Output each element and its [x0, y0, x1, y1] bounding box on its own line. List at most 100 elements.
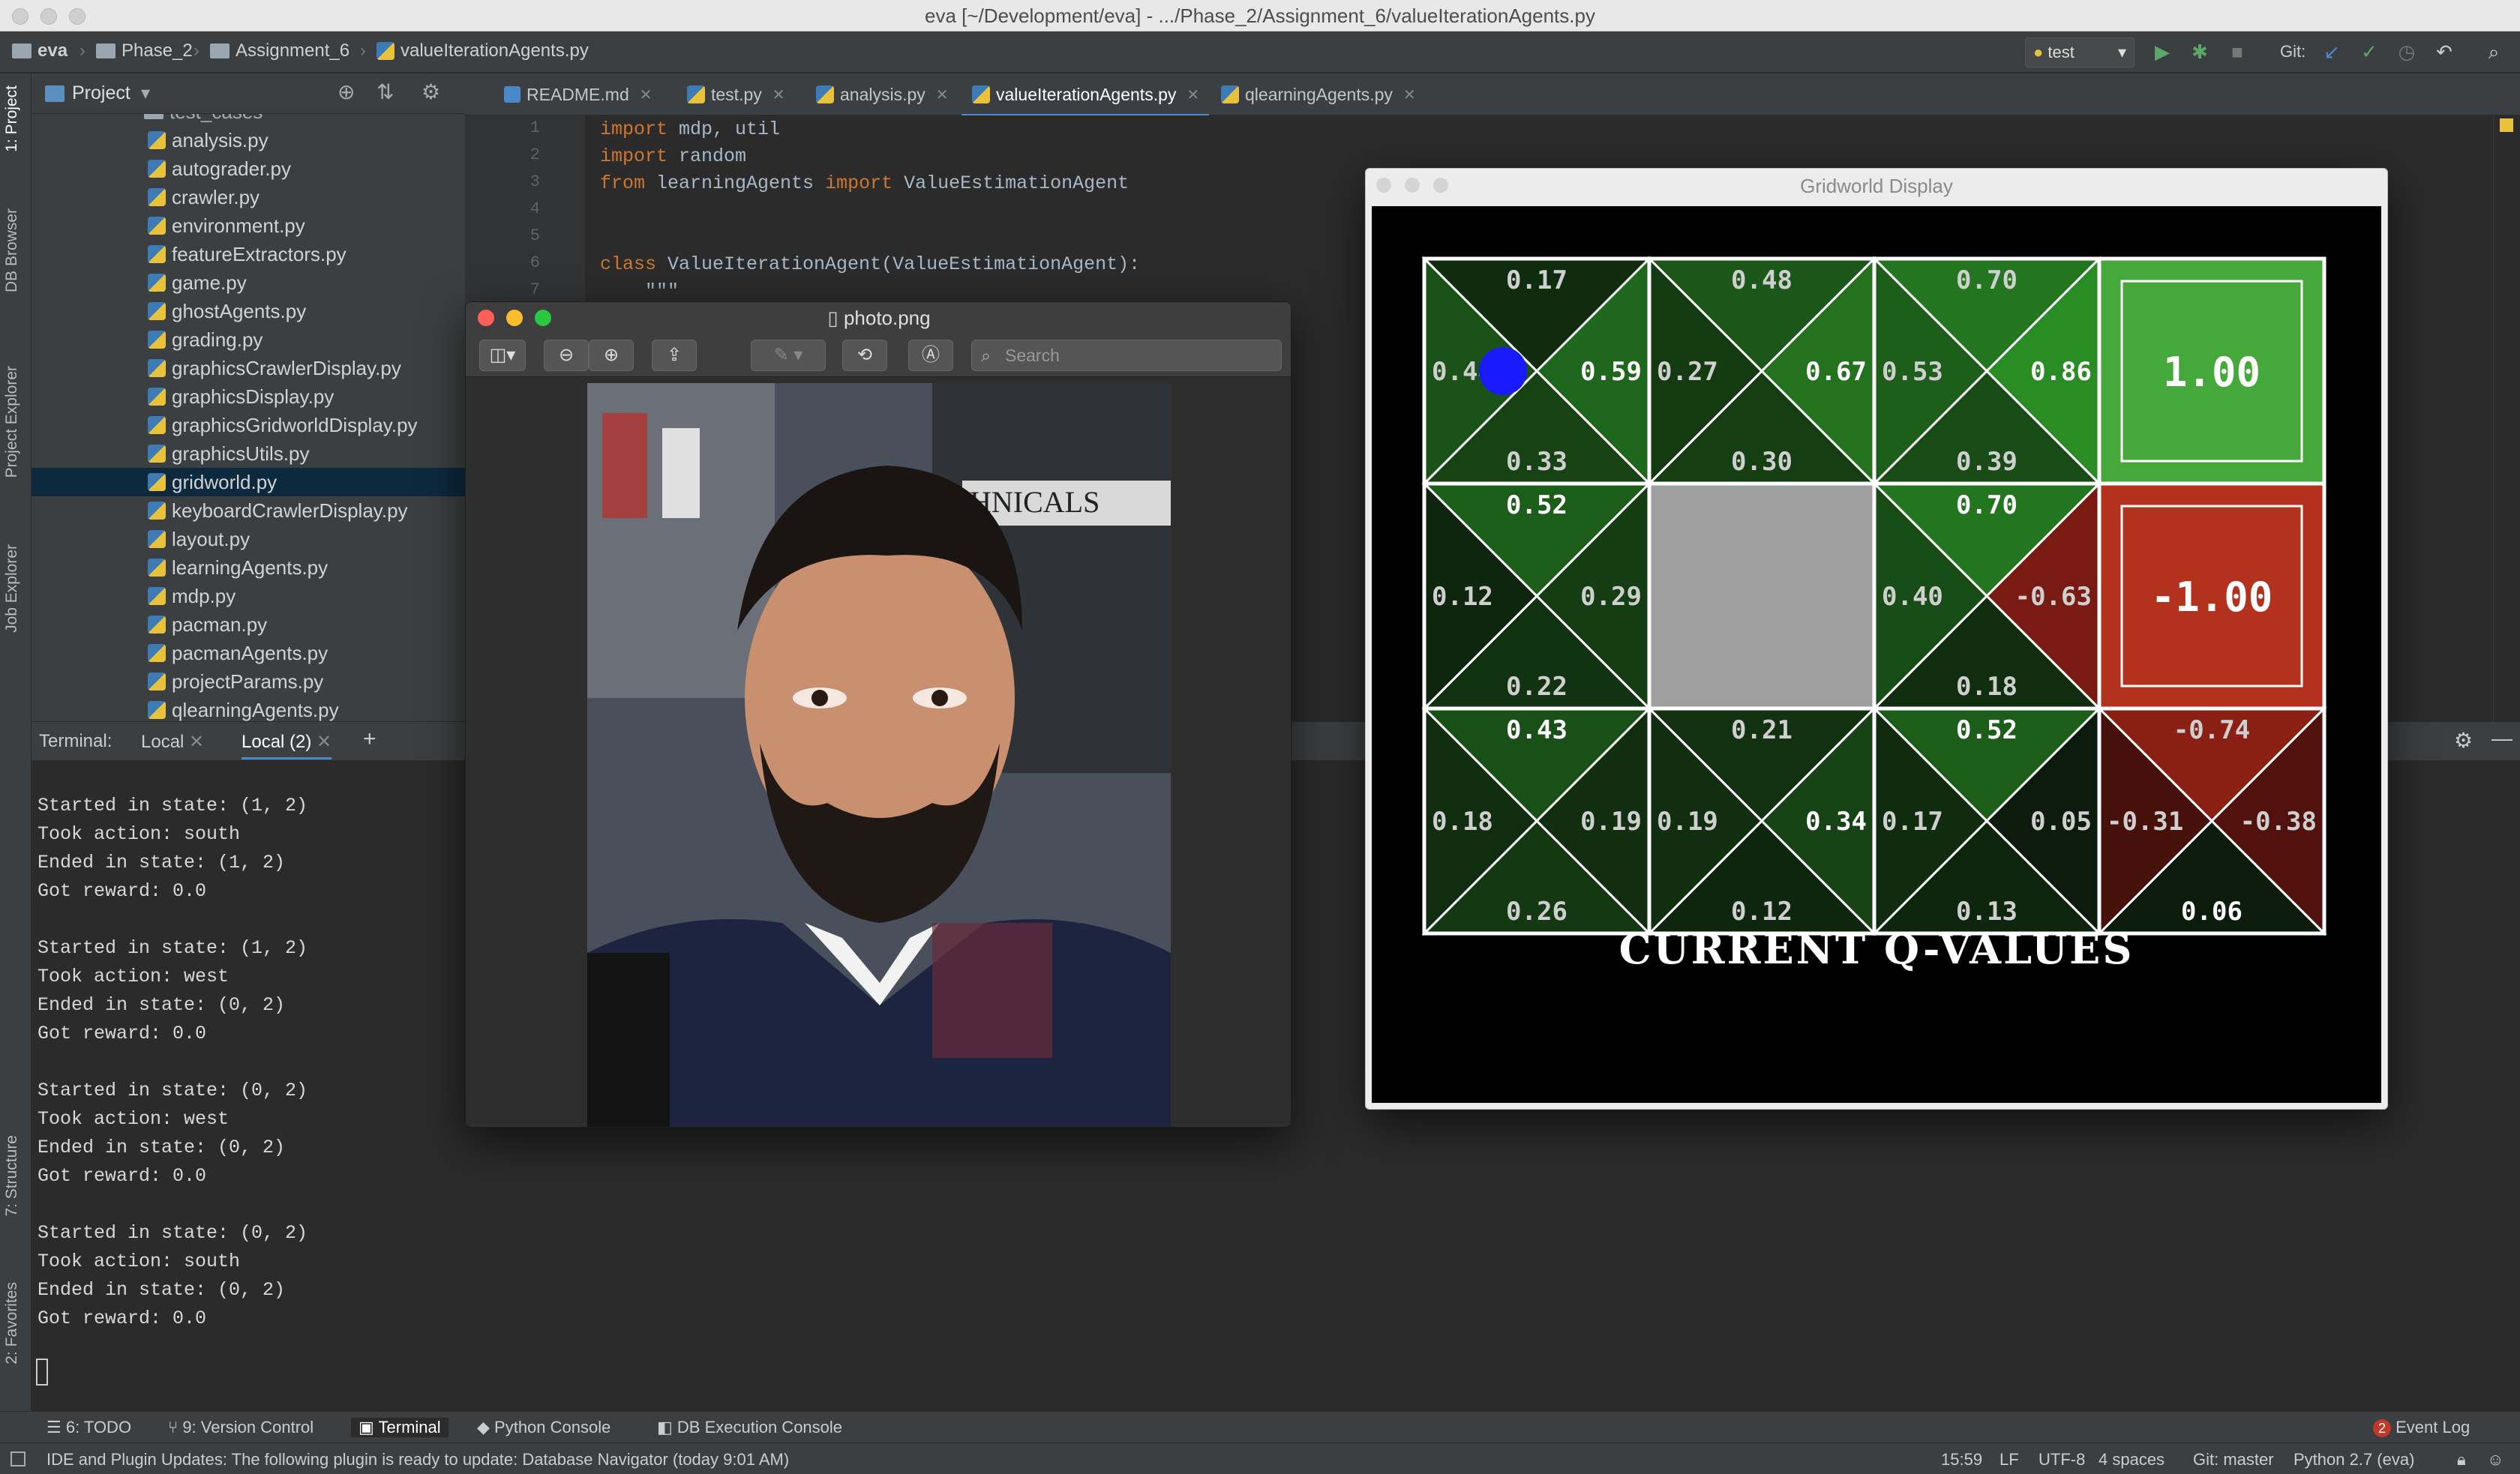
hide-icon[interactable]: —	[2492, 727, 2512, 750]
close-tab-icon[interactable]: ✕	[1403, 85, 1416, 104]
tab-readme[interactable]: README.md ✕	[504, 81, 652, 108]
code-line: class ValueIterationAgent(ValueEstimatio…	[600, 253, 1141, 275]
tree-file[interactable]: autograder.py	[148, 154, 291, 183]
annotate-button[interactable]: Ⓐ	[908, 340, 953, 371]
debug-icon[interactable]: ✱	[2188, 40, 2211, 63]
search-everywhere-icon[interactable]: ⌕	[2482, 40, 2505, 63]
tree-file[interactable]: grading.py	[148, 325, 262, 354]
terminal-line: Got reward: 0.0	[38, 880, 207, 902]
tab-analysis[interactable]: analysis.py ✕	[816, 81, 949, 108]
tree-file[interactable]: environment.py	[148, 211, 305, 240]
terminal-tab-local[interactable]: Local ✕	[141, 731, 204, 753]
tool-tab-favorites[interactable]: 2: Favorites	[3, 1282, 21, 1365]
status-message[interactable]: IDE and Plugin Updates: The following pl…	[46, 1450, 789, 1470]
close-tab-icon[interactable]: ✕	[640, 85, 652, 104]
tree-file[interactable]: graphicsGridworldDisplay.py	[148, 411, 418, 439]
close-tab-icon[interactable]: ✕	[1186, 85, 1199, 104]
warning-marker[interactable]	[2500, 118, 2513, 132]
markup-button[interactable]: ✎ ▾	[751, 340, 826, 371]
chevron-down-icon[interactable]: ▾	[141, 82, 150, 104]
tree-file[interactable]: graphicsDisplay.py	[148, 382, 334, 411]
file-encoding[interactable]: UTF-8	[2038, 1450, 2085, 1470]
lock-icon[interactable]: 🔒︎	[2457, 1450, 2466, 1470]
breadcrumb-assignment[interactable]: Assignment_6	[210, 40, 350, 61]
tree-file[interactable]: keyboardCrawlerDisplay.py	[148, 496, 408, 525]
tab-test[interactable]: test.py ✕	[687, 81, 785, 108]
new-terminal-icon[interactable]: +	[363, 727, 376, 752]
tree-file[interactable]: layout.py	[148, 525, 250, 553]
tool-tab-python-console[interactable]: ◆ Python Console	[477, 1418, 610, 1437]
tree-file[interactable]: graphicsCrawlerDisplay.py	[148, 354, 401, 382]
close-tab-icon[interactable]: ✕	[316, 732, 332, 752]
tab-qlearning[interactable]: qlearningAgents.py ✕	[1221, 81, 1416, 108]
tool-tab-project-explorer[interactable]: Project Explorer	[3, 366, 21, 478]
git-commit-icon[interactable]: ✓	[2358, 40, 2380, 63]
zoom-in-button[interactable]: ⊕	[589, 340, 634, 371]
wall-cell	[1647, 481, 1876, 711]
tree-file[interactable]: graphicsUtils.py	[148, 439, 310, 468]
gear-icon[interactable]: ⚙	[2454, 728, 2473, 753]
tree-file[interactable]: pacman.py	[148, 610, 267, 639]
event-log-button[interactable]: 2 Event Log	[2373, 1418, 2470, 1437]
locate-icon[interactable]: ⊕	[338, 79, 355, 104]
run-icon[interactable]: ▶	[2151, 40, 2174, 63]
collapse-icon[interactable]: ⇅	[376, 79, 394, 104]
tool-tab-terminal[interactable]: ▣ Terminal	[351, 1418, 448, 1437]
git-update-icon[interactable]: ↙	[2320, 40, 2343, 63]
tool-tab-structure[interactable]: 7: Structure	[3, 1135, 21, 1217]
python-file-icon	[148, 274, 166, 292]
share-button[interactable]: ⇪	[652, 340, 697, 371]
sidebar-toggle-button[interactable]: ◫▾	[479, 340, 526, 371]
rotate-button[interactable]: ⟲	[842, 340, 887, 371]
stop-icon[interactable]: ■	[2226, 40, 2248, 63]
breadcrumb-project[interactable]: eva	[12, 40, 68, 61]
gear-icon[interactable]: ⚙	[422, 79, 440, 104]
run-configuration-select[interactable]: ● test ▾	[2025, 37, 2134, 67]
terminal-line: Got reward: 0.0	[38, 1165, 207, 1187]
terminal-tab-local-2[interactable]: Local (2) ✕	[242, 731, 332, 759]
inspector-icon[interactable]: ☺︎	[2487, 1450, 2504, 1470]
python-interpreter[interactable]: Python 2.7 (eva)	[2294, 1450, 2414, 1470]
revert-icon[interactable]: ↶	[2433, 40, 2456, 63]
editor-scrollbar[interactable]	[2493, 115, 2520, 721]
tree-file[interactable]: gridworld.py	[148, 468, 277, 496]
close-tab-icon[interactable]: ✕	[936, 85, 949, 104]
tree-file[interactable]: crawler.py	[148, 183, 260, 211]
tool-tab-db-browser[interactable]: DB Browser	[3, 208, 21, 292]
tree-file[interactable]: mdp.py	[148, 582, 236, 610]
tool-tab-version-control[interactable]: ⑂ 9: Version Control	[168, 1418, 314, 1437]
project-view-select[interactable]: Project	[72, 82, 130, 104]
terminal-line: Ended in state: (0, 2)	[38, 994, 286, 1016]
tree-file[interactable]: learningAgents.py	[148, 553, 328, 582]
tool-tab-job-explorer[interactable]: Job Explorer	[3, 544, 21, 633]
grid-cell: -1.00	[2097, 481, 2326, 711]
breadcrumb-phase[interactable]: Phase_2	[96, 40, 193, 61]
tree-folder[interactable]: test_cases	[144, 114, 262, 126]
tree-file[interactable]: projectParams.py	[148, 667, 323, 696]
tree-file[interactable]: game.py	[148, 268, 247, 297]
git-branch[interactable]: Git: master	[2193, 1450, 2274, 1470]
python-file-icon	[972, 85, 990, 103]
indent-setting[interactable]: 4 spaces	[2098, 1450, 2164, 1470]
tree-file[interactable]: pacmanAgents.py	[148, 639, 328, 667]
tree-file[interactable]: qlearningAgents.py	[148, 696, 339, 721]
search-input[interactable]: ⌕ Search	[971, 340, 1282, 371]
tool-tab-todo[interactable]: ☰ 6: TODO	[46, 1418, 131, 1437]
line-separator[interactable]: LF	[2000, 1450, 2019, 1470]
tool-tab-db-execution-console[interactable]: ◧ DB Execution Console	[657, 1418, 842, 1437]
toggle-tool-windows-icon[interactable]	[10, 1452, 26, 1467]
caret-position[interactable]: 15:59	[1941, 1450, 1982, 1470]
tree-file[interactable]: analysis.py	[148, 126, 268, 154]
q-value-n: 0.52	[1956, 715, 2018, 745]
tab-value-iteration[interactable]: valueIterationAgents.py ✕	[972, 81, 1199, 108]
close-tab-icon[interactable]: ✕	[772, 85, 785, 104]
tool-tab-project[interactable]: 1: Project	[3, 85, 21, 152]
tree-file[interactable]: ghostAgents.py	[148, 297, 306, 325]
close-tab-icon[interactable]: ✕	[189, 732, 204, 752]
grid-cell: 0.170.590.330.44	[1421, 256, 1652, 487]
zoom-out-button[interactable]: ⊖	[544, 340, 589, 371]
tree-file-label: pacmanAgents.py	[172, 641, 328, 664]
history-icon[interactable]: ◷	[2396, 40, 2418, 63]
breadcrumb-file[interactable]: valueIterationAgents.py	[376, 40, 589, 61]
tree-file[interactable]: featureExtractors.py	[148, 240, 346, 268]
